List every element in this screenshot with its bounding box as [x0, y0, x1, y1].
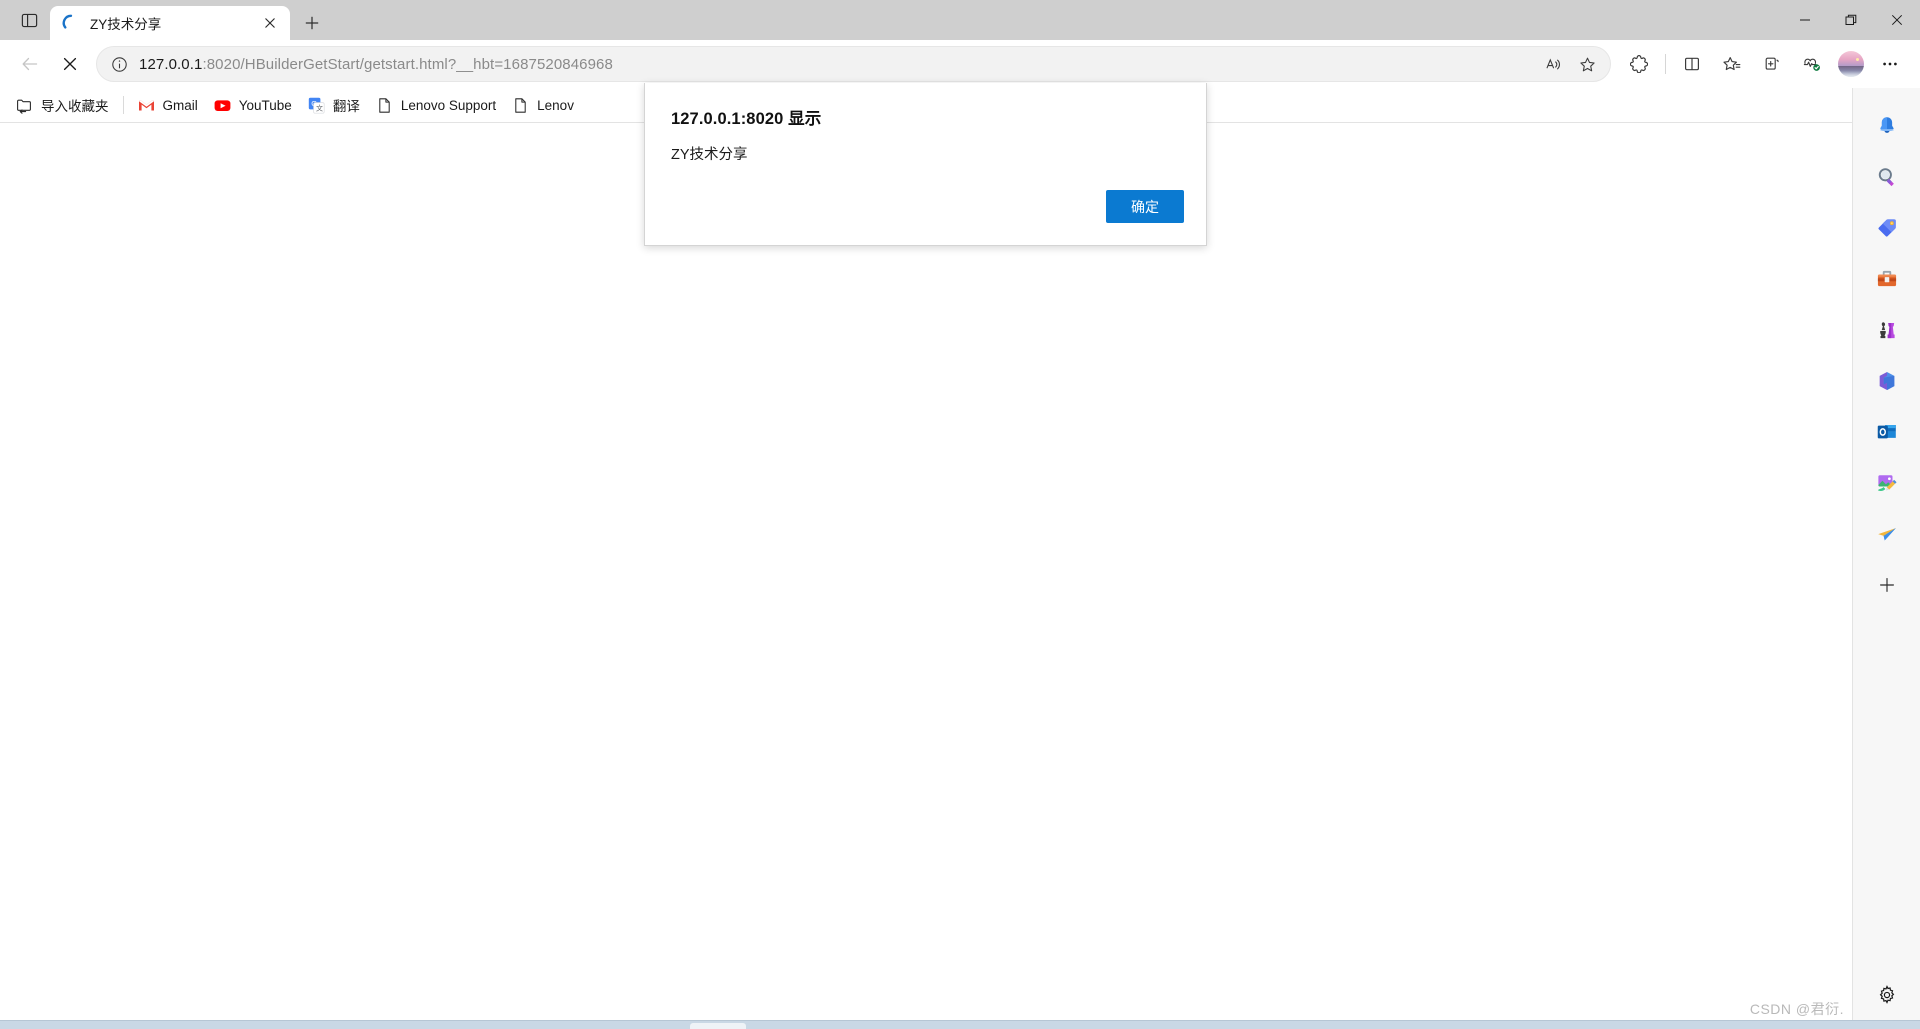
page-icon — [376, 97, 393, 114]
bookmark-label: 导入收藏夹 — [41, 99, 109, 114]
toolbar-divider — [1665, 54, 1666, 74]
edge-sidebar — [1852, 88, 1920, 1029]
favorites-icon[interactable] — [1715, 47, 1749, 81]
taskbar-item[interactable] — [690, 1023, 746, 1029]
bookmark-label: Gmail — [162, 97, 198, 113]
chess-pieces-icon[interactable] — [1867, 310, 1907, 350]
price-tag-icon[interactable] — [1867, 208, 1907, 248]
extensions-icon[interactable] — [1622, 47, 1656, 81]
m365-icon[interactable] — [1867, 361, 1907, 401]
url-text: 127.0.0.1:8020/HBuilderGetStart/getstart… — [139, 56, 1536, 73]
gear-icon[interactable] — [1867, 975, 1907, 1015]
watermark: CSDN @君衍. — [1749, 1001, 1844, 1017]
settings-and-more-icon[interactable] — [1873, 47, 1907, 81]
url-host: 127.0.0.1 — [139, 55, 203, 73]
site-info-icon[interactable] — [109, 54, 129, 74]
bookmarks-divider — [122, 96, 124, 114]
dialog-ok-button[interactable]: 确定 — [1106, 190, 1184, 223]
dialog-buttons: 确定 — [1106, 190, 1184, 223]
javascript-alert-dialog: 127.0.0.1:8020 显示 ZY技术分享 确定 — [644, 83, 1207, 246]
browser-window: ZY技术分享 127.0.0.1:8020/HBuilderGetStart/g… — [0, 0, 1920, 1029]
close-window-icon[interactable] — [1874, 0, 1920, 40]
bell-icon[interactable] — [1867, 106, 1907, 146]
minimize-icon[interactable] — [1782, 0, 1828, 40]
navigation-toolbar: 127.0.0.1:8020/HBuilderGetStart/getstart… — [0, 40, 1920, 88]
window-controls — [1782, 0, 1920, 40]
bookmark-import-favorites[interactable]: 导入收藏夹 — [8, 92, 117, 118]
google-translate-icon: G 文 — [308, 97, 325, 114]
import-favorites-icon — [16, 97, 33, 114]
tab-strip: ZY技术分享 — [0, 0, 330, 40]
tab-zy-technology[interactable]: ZY技术分享 — [50, 6, 290, 40]
loading-spinner-icon — [62, 14, 80, 32]
bookmark-lenovo-support[interactable]: Lenovo Support — [368, 92, 504, 118]
bookmark-youtube[interactable]: YouTube — [206, 92, 300, 118]
tab-title: ZY技术分享 — [90, 17, 162, 32]
browser-essentials-icon[interactable] — [1795, 47, 1829, 81]
bookmark-label: Lenov — [537, 97, 574, 113]
bookmark-gmail[interactable]: Gmail — [130, 92, 206, 118]
page-icon — [512, 97, 529, 114]
title-bar: ZY技术分享 — [0, 0, 1920, 40]
dialog-message: ZY技术分享 — [671, 147, 748, 163]
youtube-icon — [214, 97, 231, 114]
close-icon[interactable] — [258, 11, 282, 35]
new-tab-icon[interactable] — [294, 6, 330, 40]
back-icon[interactable] — [13, 47, 47, 81]
outlook-icon[interactable] — [1867, 412, 1907, 452]
tab-actions-button[interactable] — [8, 0, 50, 40]
restore-icon[interactable] — [1828, 0, 1874, 40]
plus-icon[interactable] — [1867, 565, 1907, 605]
avatar[interactable] — [1838, 51, 1864, 77]
toolbox-icon[interactable] — [1867, 259, 1907, 299]
image-creator-icon[interactable] — [1867, 463, 1907, 503]
read-aloud-icon[interactable] — [1538, 49, 1568, 79]
windows-taskbar — [0, 1020, 1920, 1029]
collections-icon[interactable] — [1755, 47, 1789, 81]
bookmark-label: Lenovo Support — [400, 97, 497, 113]
split-screen-icon[interactable] — [1675, 47, 1709, 81]
address-bar[interactable]: 127.0.0.1:8020/HBuilderGetStart/getstart… — [96, 46, 1611, 82]
gmail-icon — [138, 97, 155, 114]
bookmark-label: 翻译 — [332, 99, 360, 114]
paper-plane-icon[interactable] — [1867, 514, 1907, 554]
stop-loading-icon[interactable] — [53, 47, 87, 81]
bookmark-translate[interactable]: G 文 翻译 — [300, 92, 368, 118]
omnibox-actions — [1536, 49, 1604, 79]
svg-text:文: 文 — [316, 103, 323, 112]
dialog-title: 127.0.0.1:8020 显示 — [671, 110, 822, 128]
magnifier-icon[interactable] — [1867, 157, 1907, 197]
bookmark-lenovo-second[interactable]: Lenov — [504, 92, 582, 118]
page-content — [0, 122, 1852, 1029]
url-rest: :8020/HBuilderGetStart/getstart.html?__h… — [202, 55, 613, 73]
add-favorite-icon[interactable] — [1572, 49, 1602, 79]
bookmark-label: YouTube — [238, 97, 292, 113]
